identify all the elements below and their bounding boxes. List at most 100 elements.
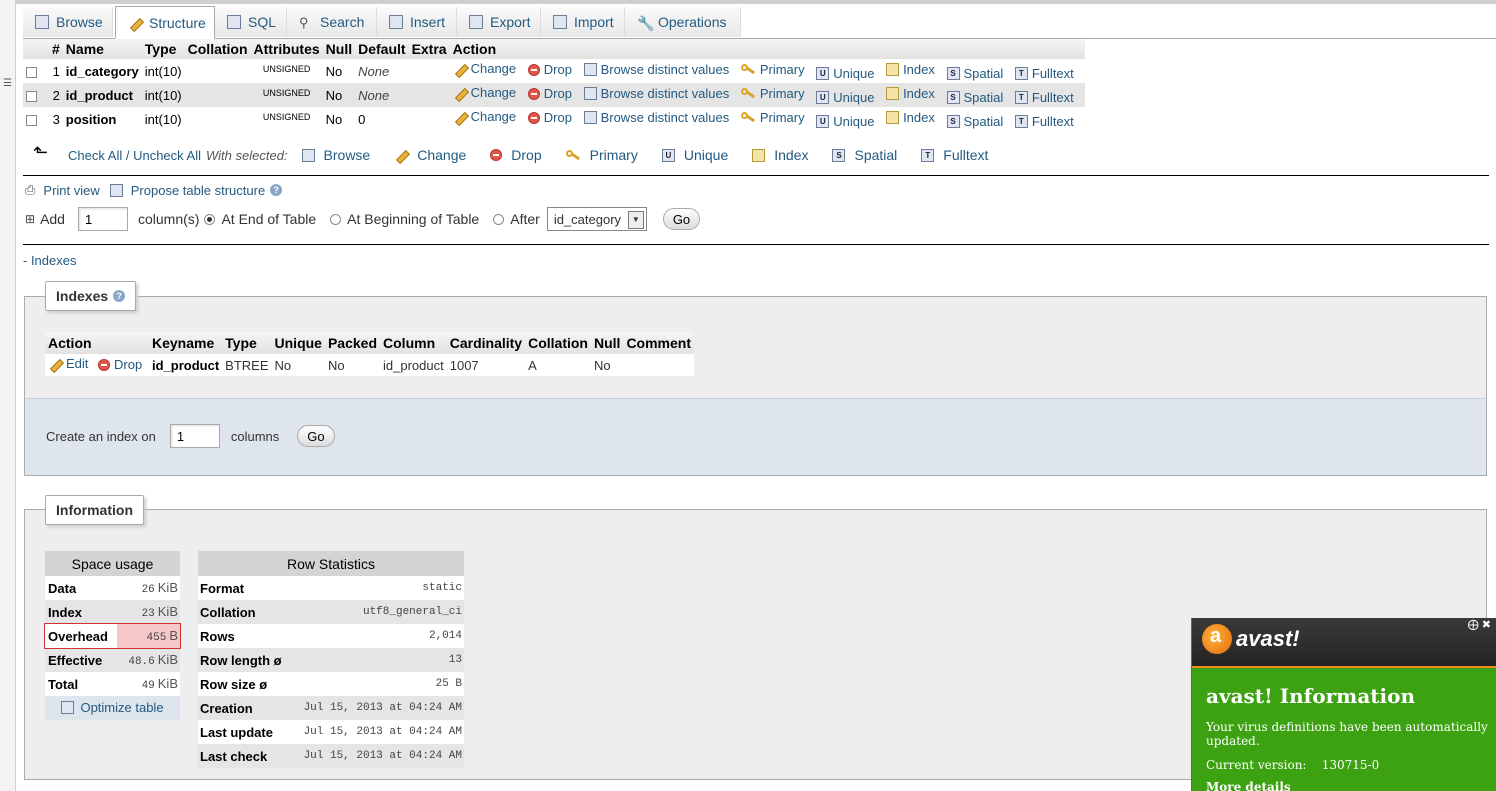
index-link[interactable]: Index <box>886 110 935 125</box>
field-name[interactable]: id_category <box>62 59 142 83</box>
index-column-count-input[interactable] <box>169 424 220 448</box>
divider <box>23 175 1489 176</box>
unique-icon: U <box>816 114 830 128</box>
column-count-input[interactable] <box>77 207 128 231</box>
spatial-icon: S <box>946 90 960 104</box>
at-end-radio[interactable] <box>204 213 216 225</box>
print-view-link[interactable]: ⎙ Print view <box>25 182 100 198</box>
index-link[interactable]: Index <box>886 86 935 101</box>
edit-index-link[interactable]: Edit <box>48 356 88 371</box>
avast-more-details-link[interactable]: More details <box>1206 780 1291 791</box>
table-row: Edit Drop id_product BTREE No No id_prod… <box>45 354 694 376</box>
primary-link[interactable]: Primary <box>740 62 805 77</box>
key-icon <box>740 87 756 100</box>
table-row: Row length ø 13 <box>198 648 464 672</box>
drop-icon <box>527 111 540 124</box>
key-icon <box>565 149 581 162</box>
help-icon[interactable]: ? <box>270 184 283 196</box>
row-checkbox[interactable] <box>26 66 37 78</box>
help-icon[interactable]: ? <box>113 290 126 302</box>
bulk-fulltext-button[interactable]: T Fulltext <box>921 147 988 163</box>
tab-sql[interactable]: SQL <box>215 7 287 37</box>
col-header-type: Type <box>141 39 185 59</box>
browse-distinct-link[interactable]: Browse distinct values <box>583 110 729 125</box>
after-radio[interactable] <box>493 213 505 225</box>
change-link[interactable]: Change <box>453 61 517 76</box>
drop-icon <box>98 358 111 371</box>
fulltext-link[interactable]: T Fulltext <box>1014 114 1074 129</box>
wrench-icon: 🔧 <box>637 15 655 31</box>
bulk-index-button[interactable]: Index <box>752 147 808 163</box>
add-column-go-button[interactable]: Go <box>662 208 701 230</box>
unique-icon: U <box>816 90 830 104</box>
close-icon[interactable]: ✖ <box>1482 619 1491 631</box>
drop-link[interactable]: Drop <box>527 86 572 101</box>
unique-link[interactable]: U Unique <box>816 90 874 105</box>
tab-search[interactable]: ⚲ Search <box>287 7 377 37</box>
browse-icon <box>583 62 597 76</box>
row-actions: Change Drop Browse distinct values Prima… <box>449 107 1085 131</box>
col-header-name[interactable]: Name <box>62 39 142 59</box>
change-link[interactable]: Change <box>453 85 517 100</box>
bulk-change-button[interactable]: Change <box>394 147 466 163</box>
browse-distinct-link[interactable]: Browse distinct values <box>583 86 729 101</box>
browse-icon <box>583 110 597 124</box>
bulk-primary-button[interactable]: Primary <box>565 147 638 163</box>
row-checkbox[interactable] <box>26 114 37 126</box>
pin-icon[interactable]: ⨁ <box>1468 619 1479 631</box>
after-column-select[interactable]: id_category ▼ <box>546 207 647 231</box>
tab-structure[interactable]: Structure <box>115 6 215 39</box>
bulk-spatial-button[interactable]: S Spatial <box>832 147 897 163</box>
tab-operations[interactable]: 🔧 Operations <box>625 7 741 37</box>
information-legend: Information <box>45 495 144 525</box>
tab-import[interactable]: Import <box>541 7 625 37</box>
table-row: Last check Jul 15, 2013 at 04:24 AM <box>198 744 464 768</box>
optimize-table-link[interactable]: Optimize table <box>61 700 164 715</box>
unique-icon: U <box>816 66 830 80</box>
table-row: Total 49 KiB <box>45 672 180 696</box>
fulltext-link[interactable]: T Fulltext <box>1014 66 1074 81</box>
grip-icon[interactable]: ☰ <box>3 78 12 89</box>
fulltext-link[interactable]: T Fulltext <box>1014 90 1074 105</box>
avast-title: avast! Information <box>1206 684 1415 708</box>
avast-version: Current version: 130715-0 <box>1206 758 1380 772</box>
index-icon <box>886 110 900 124</box>
browse-distinct-link[interactable]: Browse distinct values <box>583 62 729 77</box>
spatial-link[interactable]: S Spatial <box>946 66 1003 81</box>
unique-link[interactable]: U Unique <box>816 114 874 129</box>
spatial-link[interactable]: S Spatial <box>946 90 1003 105</box>
pencil-icon <box>48 357 62 371</box>
tab-export[interactable]: Export <box>457 7 541 37</box>
propose-structure-link[interactable]: Propose table structure? <box>109 183 283 198</box>
overhead-row: Overhead 455 B <box>44 623 181 649</box>
primary-link[interactable]: Primary <box>740 110 805 125</box>
navigation-collapse-bar[interactable]: ☰ <box>0 0 16 791</box>
create-index-go-button[interactable]: Go <box>297 425 335 447</box>
bulk-browse-button[interactable]: Browse <box>301 147 370 163</box>
index-icon <box>886 62 900 76</box>
unique-link[interactable]: U Unique <box>816 66 874 81</box>
tab-insert[interactable]: Insert <box>377 7 457 37</box>
check-all-link[interactable]: Check All / Uncheck All <box>68 148 201 163</box>
bulk-unique-button[interactable]: U Unique <box>661 147 728 163</box>
drop-link[interactable]: Drop <box>527 62 572 77</box>
bulk-drop-button[interactable]: Drop <box>490 147 542 163</box>
field-name[interactable]: id_product <box>62 83 142 107</box>
indexes-table: Action Keyname Type Unique Packed Column… <box>45 332 694 376</box>
structure-icon <box>128 16 142 30</box>
drop-link[interactable]: Drop <box>527 110 572 125</box>
at-beginning-radio[interactable] <box>330 213 342 225</box>
field-name[interactable]: position <box>62 107 142 131</box>
primary-link[interactable]: Primary <box>740 86 805 101</box>
table-row: Index 23 KiB <box>45 600 180 624</box>
indexes-toggle-link[interactable]: - Indexes <box>23 253 76 268</box>
index-link[interactable]: Index <box>886 62 935 77</box>
change-link[interactable]: Change <box>453 109 517 124</box>
avast-notification[interactable]: avast! ⨁ ✖ avast! Information Your virus… <box>1191 618 1496 791</box>
table-row: Row size ø 25 B <box>198 672 464 696</box>
row-checkbox[interactable] <box>26 90 37 102</box>
table-row: Collation utf8_general_ci <box>198 600 464 624</box>
tab-browse[interactable]: Browse <box>23 7 113 37</box>
spatial-link[interactable]: S Spatial <box>946 114 1003 129</box>
drop-index-link[interactable]: Drop <box>98 357 142 372</box>
